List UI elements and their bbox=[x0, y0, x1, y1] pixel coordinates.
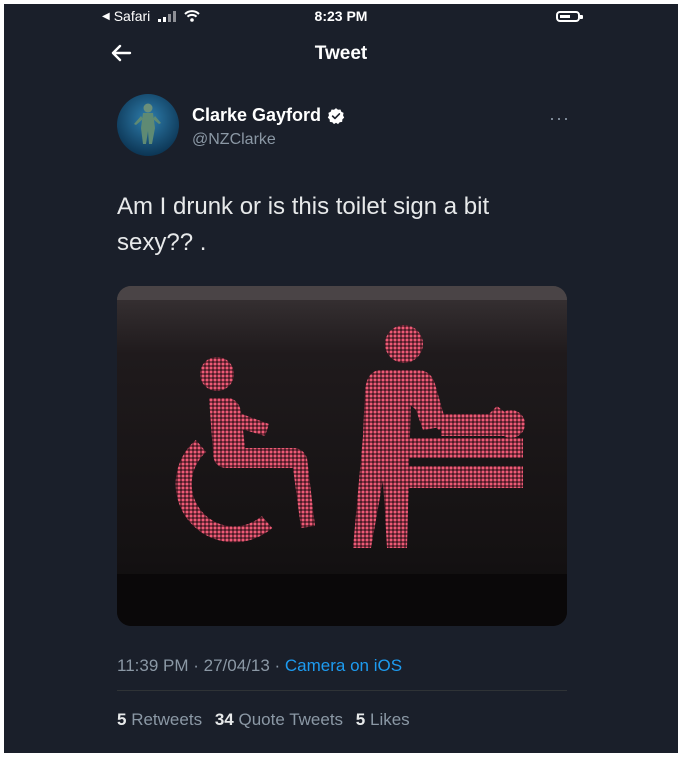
quote-tweets-label: Quote Tweets bbox=[238, 710, 344, 729]
tweet-meta: 11:39 PM · 27/04/13 · Camera on iOS bbox=[117, 656, 402, 676]
likes-label: Likes bbox=[370, 710, 410, 729]
tweet-source-link[interactable]: Camera on iOS bbox=[285, 656, 402, 675]
avatar[interactable] bbox=[117, 94, 179, 156]
toilet-sign-image bbox=[117, 286, 567, 626]
status-bar: ◀ Safari 8:23 PM bbox=[4, 4, 678, 30]
page-title: Tweet bbox=[314, 43, 368, 64]
tweet-text-line-2: sexy?? . bbox=[117, 229, 207, 256]
likes-stat[interactable]: 5 Likes bbox=[356, 710, 410, 729]
tweet-stats: 5 Retweets 34 Quote Tweets 5 Likes bbox=[117, 710, 418, 730]
quote-tweets-count: 34 bbox=[214, 710, 234, 729]
verified-badge-icon bbox=[327, 107, 345, 124]
author-name[interactable]: Clarke Gayford bbox=[192, 105, 321, 126]
nav-bar: Tweet bbox=[4, 30, 678, 76]
quote-tweets-stat[interactable]: 34 Quote Tweets bbox=[215, 710, 348, 729]
tweet-text: Am I drunk or is this toilet sign a bit … bbox=[117, 189, 567, 261]
avatar-image bbox=[117, 94, 179, 156]
tweet-timestamp: 11:39 PM · 27/04/13 · bbox=[117, 656, 281, 675]
tweet-photo[interactable] bbox=[117, 286, 567, 626]
retweets-label: Retweets bbox=[131, 710, 203, 729]
tweet-text-line-1: Am I drunk or is this toilet sign a bit bbox=[117, 193, 490, 220]
author-name-row: Clarke Gayford bbox=[192, 105, 345, 126]
divider bbox=[117, 690, 567, 691]
likes-count: 5 bbox=[355, 710, 366, 729]
retweets-count: 5 bbox=[117, 710, 127, 729]
app-screen: ◀ Safari 8:23 PM Tweet Clarke Gayford @N… bbox=[4, 4, 678, 753]
author-handle[interactable]: @NZClarke bbox=[192, 131, 345, 149]
battery-icon bbox=[556, 11, 583, 22]
author-block[interactable]: Clarke Gayford @NZClarke bbox=[192, 105, 345, 149]
more-icon[interactable]: ··· bbox=[549, 108, 570, 129]
retweets-stat[interactable]: 5 Retweets bbox=[117, 710, 207, 729]
